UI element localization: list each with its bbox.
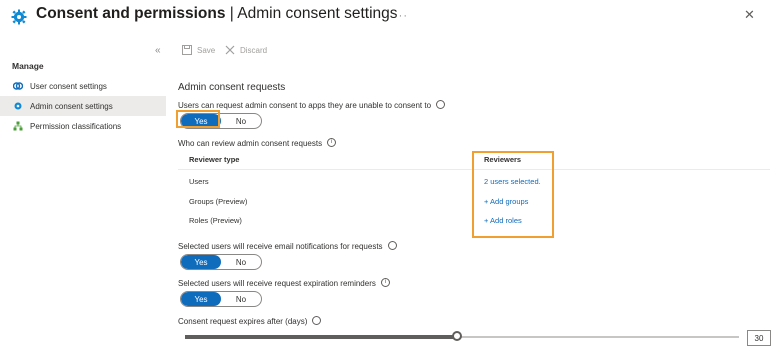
info-icon[interactable] [312, 316, 322, 326]
sidebar-item-label: Permission classifications [30, 121, 122, 131]
manage-section-label: Manage [12, 61, 44, 71]
gear-icon [14, 102, 22, 110]
more-options-button[interactable]: ··· [394, 10, 408, 22]
sidebar-item-label: Admin consent settings [30, 101, 113, 111]
highlight-box [472, 151, 554, 238]
no-option[interactable]: No [221, 255, 261, 269]
yes-option[interactable]: Yes [181, 292, 221, 306]
email-notifications-question: Selected users will receive email notifi… [178, 241, 397, 251]
request-consent-question: Users can request admin consent to apps … [178, 100, 446, 110]
save-icon [182, 45, 192, 55]
days-input[interactable]: 30 [747, 330, 771, 346]
section-title: Admin consent requests [178, 82, 286, 93]
sidebar-item-admin-consent-settings[interactable]: Admin consent settings [0, 96, 166, 116]
classification-icon [13, 121, 23, 131]
expiration-reminders-toggle[interactable]: Yes No [180, 291, 262, 307]
save-label: Save [197, 45, 216, 55]
discard-label: Discard [240, 45, 268, 55]
no-option[interactable]: No [221, 292, 261, 306]
slider-fill [185, 335, 457, 339]
discard-button[interactable]: Discard [225, 45, 267, 55]
table-cell-type: Groups (Preview) [189, 197, 248, 206]
table-cell-type: Roles (Preview) [189, 216, 242, 225]
info-icon[interactable] [387, 241, 397, 251]
expiration-days-question: Consent request expires after (days) [178, 316, 322, 326]
highlight-box [176, 110, 220, 128]
expiration-reminders-question: Selected users will receive request expi… [178, 278, 390, 288]
page-title: Consent and permissions | Admin consent … [36, 5, 398, 22]
yes-option[interactable]: Yes [181, 255, 221, 269]
sidebar-item-permission-classifications[interactable]: Permission classifications [0, 116, 166, 136]
reviewers-question: Who can review admin consent requests i [178, 138, 337, 148]
info-icon[interactable] [436, 100, 446, 110]
email-notifications-toggle[interactable]: Yes No [180, 254, 262, 270]
info-icon[interactable]: i [380, 278, 390, 288]
sidebar-item-label: User consent settings [30, 81, 107, 91]
collapse-sidebar-button[interactable]: « [155, 45, 161, 56]
discard-icon [225, 45, 235, 55]
sidebar-item-user-consent-settings[interactable]: User consent settings [0, 76, 166, 96]
consent-icon [13, 82, 23, 90]
save-button[interactable]: Save [182, 45, 215, 55]
close-button[interactable]: ✕ [744, 7, 755, 23]
info-icon[interactable]: i [327, 138, 337, 148]
table-cell-type: Users [189, 177, 209, 186]
column-header-reviewer-type: Reviewer type [189, 155, 240, 164]
slider-thumb[interactable] [452, 331, 462, 341]
app-gear-icon [11, 9, 27, 25]
no-option[interactable]: No [221, 114, 261, 128]
